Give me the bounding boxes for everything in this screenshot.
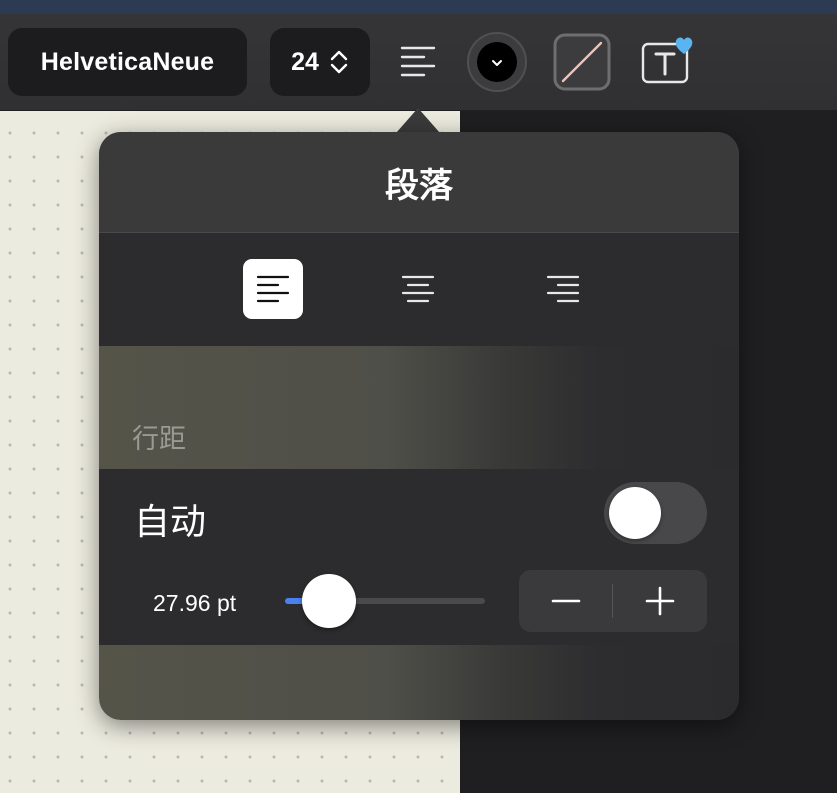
line-spacing-stepper: [519, 570, 707, 632]
align-center-button[interactable]: [388, 259, 448, 319]
text-toolbar: HelveticaNeue 24: [0, 14, 837, 111]
align-left-icon: [256, 275, 290, 303]
paragraph-align-icon[interactable]: [400, 45, 436, 77]
line-spacing-value: 27.96 pt: [153, 590, 237, 616]
auto-spacing-label: 自动: [134, 501, 207, 542]
align-right-button[interactable]: [533, 259, 593, 319]
align-center-icon: [401, 275, 435, 303]
plus-icon: [645, 586, 675, 616]
font-family-label: HelveticaNeue: [40, 47, 215, 76]
stepper-chevrons-icon: [330, 50, 348, 74]
align-left-button[interactable]: [243, 259, 303, 319]
slider-thumb[interactable]: [302, 574, 356, 628]
popover-title: 段落: [385, 166, 453, 205]
popover-arrow: [396, 108, 440, 133]
font-family-button[interactable]: HelveticaNeue: [8, 28, 247, 96]
highlight-color-icon[interactable]: [553, 33, 611, 91]
alignment-segment: [99, 233, 739, 346]
text-color-icon[interactable]: [466, 31, 528, 93]
window-top-strip: [0, 0, 837, 14]
auto-spacing-toggle[interactable]: [604, 482, 707, 544]
increase-button[interactable]: [613, 570, 707, 632]
align-right-icon: [546, 275, 580, 303]
line-spacing-section-label: 行距: [132, 424, 186, 454]
font-size-button[interactable]: 24: [270, 28, 370, 96]
toggle-knob: [609, 487, 661, 539]
line-spacing-slider[interactable]: [285, 574, 485, 628]
heart-icon: [675, 37, 693, 54]
paragraph-popover: 段落 行距 自动 27.96 pt: [99, 132, 739, 720]
font-size-label: 24: [291, 47, 319, 76]
popover-header: 段落: [99, 132, 739, 233]
line-spacing-group: 自动 27.96 pt: [99, 469, 739, 645]
minus-icon: [551, 599, 581, 603]
decrease-button[interactable]: [519, 570, 613, 632]
text-style-icon[interactable]: [640, 34, 698, 86]
